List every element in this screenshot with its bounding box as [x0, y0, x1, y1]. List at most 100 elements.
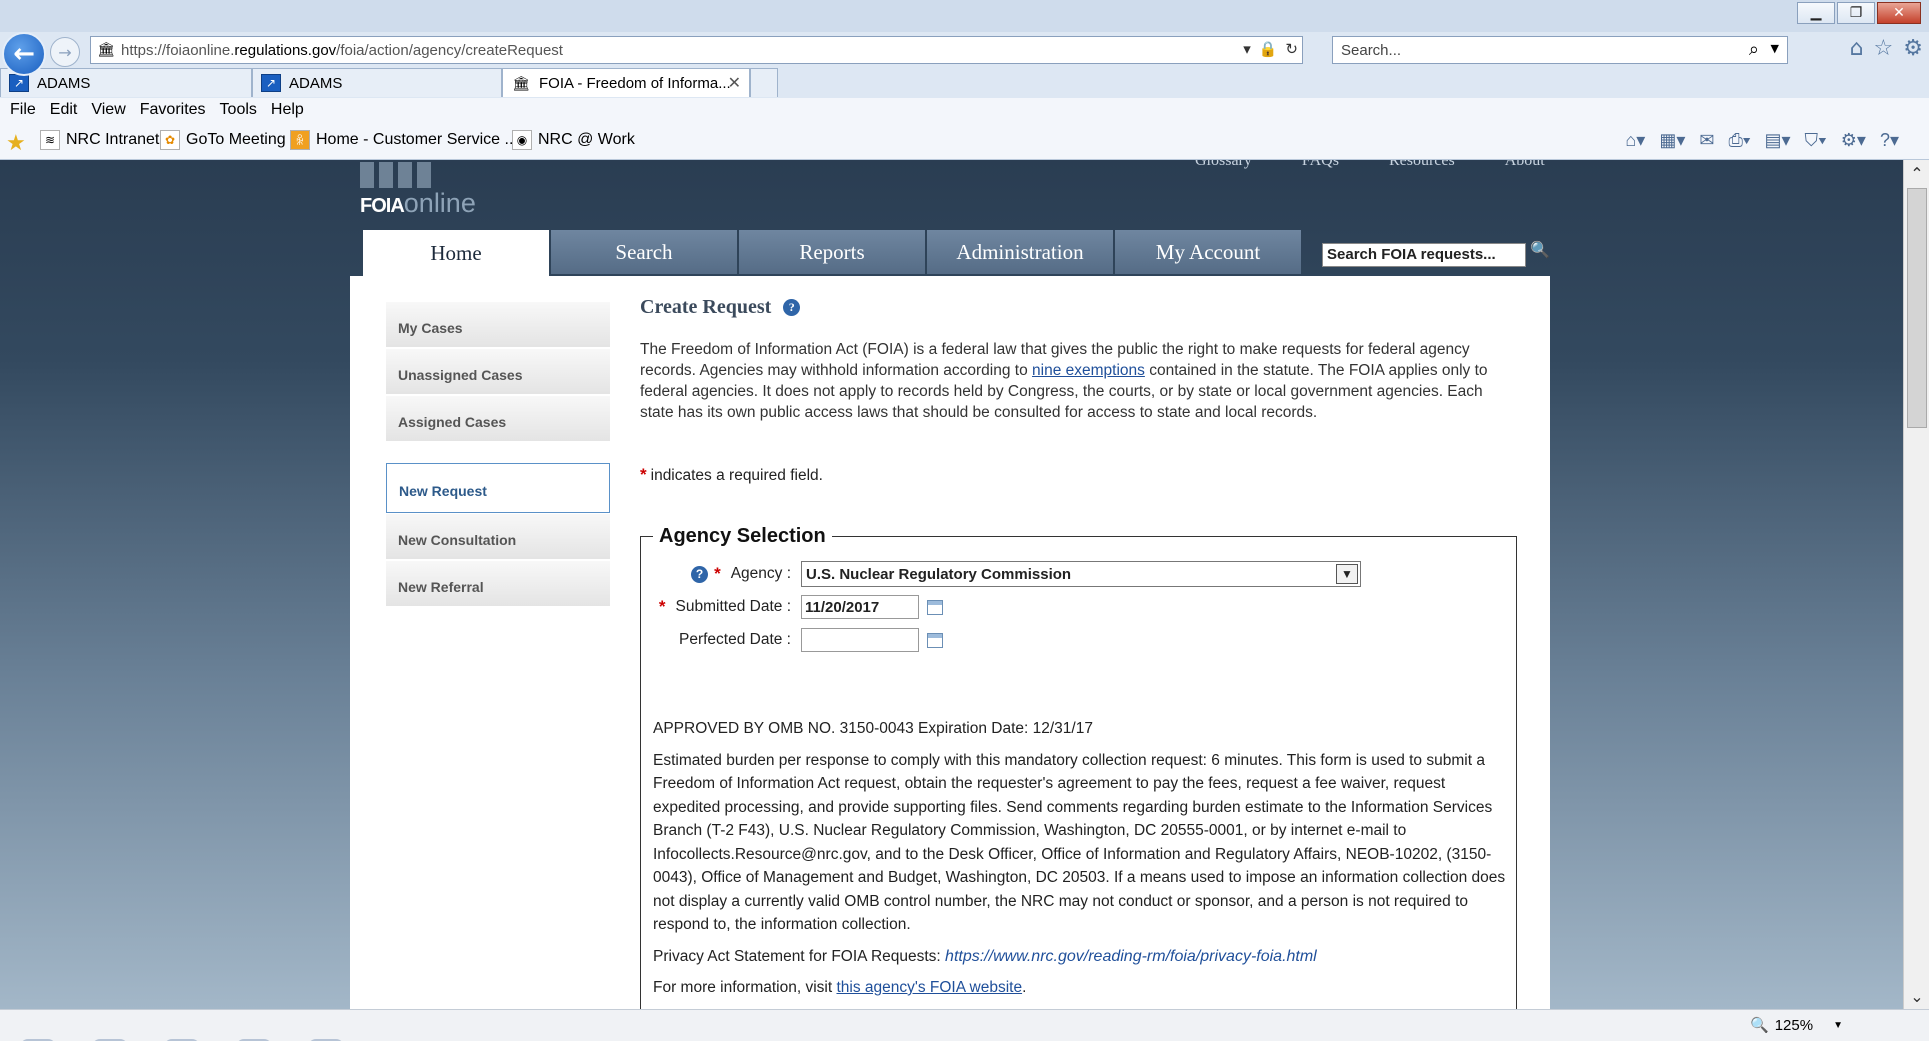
- close-tab-icon[interactable]: ✕: [728, 73, 741, 93]
- nrc-seal-icon: ◉: [512, 130, 532, 150]
- agency-selection-legend: Agency Selection: [653, 525, 832, 548]
- back-arrow-icon[interactable]: ←: [2, 32, 46, 76]
- required-field-note: * indicates a required field.: [640, 465, 823, 484]
- window-titlebar: ▁ ❐ ✕: [0, 0, 1929, 32]
- zoom-magnifier-icon: 🔍: [1750, 1017, 1769, 1034]
- menu-file[interactable]: File: [10, 101, 36, 119]
- forward-arrow-icon[interactable]: →: [50, 37, 80, 67]
- search-icon[interactable]: 🔍: [1530, 240, 1550, 259]
- tab-search[interactable]: Search: [551, 230, 737, 274]
- tab-foia[interactable]: 🏛 FOIA - Freedom of Informa... ✕: [502, 68, 750, 97]
- favorites-bar: ★ ≋ NRC Intranet ✿ GoTo Meeting ꆜ Home -…: [0, 122, 1929, 160]
- vertical-scrollbar[interactable]: ⌃ ⌄: [1903, 160, 1929, 1009]
- link-glossary[interactable]: Glossary: [1195, 160, 1252, 170]
- side-navigation: My Cases Unassigned Cases Assigned Cases…: [386, 302, 610, 608]
- browser-tabs: ↗ ADAMS ↗ ADAMS 🏛 FOIA - Freedom of Info…: [0, 68, 1929, 98]
- search-icon[interactable]: ⌕: [1749, 39, 1759, 60]
- tab-administration[interactable]: Administration: [927, 230, 1113, 274]
- menu-tools[interactable]: Tools: [220, 101, 257, 119]
- agency-select[interactable]: U.S. Nuclear Regulatory Commission ▼: [801, 561, 1361, 587]
- agency-foia-website-link[interactable]: this agency's FOIA website: [836, 979, 1022, 996]
- scroll-down-icon[interactable]: ⌄: [1904, 983, 1929, 1009]
- intranet-icon: ≋: [40, 130, 60, 150]
- favorites-star-icon[interactable]: ☆: [1874, 36, 1894, 61]
- safety-shield-icon[interactable]: ⛉▾: [1804, 130, 1826, 151]
- tab-my-account[interactable]: My Account: [1115, 230, 1301, 274]
- foiaonline-logo[interactable]: FOIAonline: [360, 162, 476, 219]
- fav-nrc-at-work[interactable]: ◉ NRC @ Work: [512, 130, 635, 150]
- restore-icon[interactable]: ❐: [1837, 2, 1875, 24]
- link-about[interactable]: About: [1505, 160, 1545, 170]
- sidebar-item-unassigned-cases[interactable]: Unassigned Cases: [386, 349, 610, 395]
- omb-notice: APPROVED BY OMB NO. 3150-0043 Expiration…: [653, 717, 1513, 1008]
- more-info-line: For more information, visit this agency'…: [653, 979, 1027, 996]
- sidebar-item-new-referral[interactable]: New Referral: [386, 561, 610, 607]
- question-mark-icon[interactable]: ?: [691, 565, 709, 583]
- tab-adams-2[interactable]: ↗ ADAMS: [252, 68, 502, 97]
- link-resources[interactable]: Resources: [1389, 160, 1455, 170]
- menu-edit[interactable]: Edit: [50, 101, 78, 119]
- sidebar-item-new-request[interactable]: New Request: [386, 463, 610, 513]
- perfected-date-row: Perfected Date :: [621, 628, 943, 652]
- refresh-icon[interactable]: ↻: [1285, 40, 1298, 58]
- close-window-icon[interactable]: ✕: [1877, 2, 1921, 24]
- submitted-date-row: * Submitted Date : 11/20/2017: [621, 595, 943, 619]
- sidebar-item-my-cases[interactable]: My Cases: [386, 302, 610, 348]
- menu-favorites[interactable]: Favorites: [140, 101, 206, 119]
- address-bar[interactable]: 🏛 https://foiaonline.regulations.gov/foi…: [90, 36, 1303, 64]
- perfected-date-input[interactable]: [801, 628, 919, 652]
- fav-nrc-intranet[interactable]: ≋ NRC Intranet: [40, 130, 159, 150]
- page-icon[interactable]: ▤▾: [1764, 130, 1790, 151]
- privacy-url-link[interactable]: https://www.nrc.gov/reading-rm/foia/priv…: [945, 948, 1317, 965]
- tab-reports[interactable]: Reports: [739, 230, 925, 274]
- government-site-icon: 🏛: [97, 42, 115, 58]
- home-icon[interactable]: ⌂: [1850, 36, 1864, 61]
- fav-customer-service[interactable]: ꆜ Home - Customer Service ...: [290, 130, 518, 150]
- sidebar-item-assigned-cases[interactable]: Assigned Cases: [386, 396, 610, 442]
- browser-search-input[interactable]: Search... ⌕ ▼: [1332, 36, 1788, 64]
- tools-gear-icon[interactable]: ⚙▾: [1841, 130, 1866, 151]
- search-dropdown-icon[interactable]: ▼: [1771, 42, 1779, 55]
- help-icon[interactable]: ?▾: [1880, 130, 1899, 151]
- create-request-content: Create Request ? The Freedom of Informat…: [640, 296, 1520, 1009]
- required-asterisk-icon: *: [658, 597, 666, 616]
- tab-home[interactable]: Home: [363, 230, 549, 276]
- government-site-icon: 🏛: [511, 74, 531, 92]
- calendar-icon[interactable]: [927, 599, 943, 615]
- foia-intro-text: The Freedom of Information Act (FOIA) is…: [640, 341, 1488, 421]
- lock-icon[interactable]: 🔒: [1259, 40, 1278, 58]
- calendar-icon[interactable]: [927, 632, 943, 648]
- address-dropdown-icon[interactable]: ▾: [1243, 40, 1251, 58]
- zoom-control[interactable]: 🔍 125% ▼: [1750, 1016, 1843, 1035]
- sidebar-item-new-consultation[interactable]: New Consultation: [386, 514, 610, 560]
- minimize-icon[interactable]: ▁: [1797, 2, 1835, 24]
- main-nav-tabs: Home Search Reports Administration My Ac…: [363, 230, 1301, 276]
- home-dropdown-icon[interactable]: ⌂▾: [1625, 130, 1645, 151]
- zoom-dropdown-icon[interactable]: ▼: [1833, 1020, 1843, 1031]
- favorites-star-icon[interactable]: ★: [6, 130, 26, 156]
- agency-row: ? * Agency : U.S. Nuclear Regulatory Com…: [621, 561, 1361, 587]
- nine-exemptions-link[interactable]: nine exemptions: [1032, 362, 1145, 379]
- scroll-thumb[interactable]: [1907, 188, 1927, 428]
- menu-help[interactable]: Help: [271, 101, 304, 119]
- submitted-date-input[interactable]: 11/20/2017: [801, 595, 919, 619]
- adams-icon: ↗: [261, 74, 281, 92]
- menu-bar: File Edit View Favorites Tools Help: [0, 98, 1929, 122]
- url-text[interactable]: https://foiaonline.regulations.gov/foia/…: [121, 42, 563, 59]
- chevron-down-icon[interactable]: ▼: [1336, 564, 1358, 584]
- rss-feed-icon[interactable]: ▦▾: [1659, 130, 1685, 151]
- new-tab-button[interactable]: [750, 68, 778, 97]
- tab-adams-1[interactable]: ↗ ADAMS: [0, 68, 252, 97]
- question-mark-icon[interactable]: ?: [783, 299, 801, 316]
- settings-gear-icon[interactable]: ⚙: [1903, 36, 1923, 61]
- print-icon[interactable]: ⎙▾: [1728, 130, 1750, 151]
- privacy-statement: Privacy Act Statement for FOIA Requests:…: [653, 947, 1317, 965]
- foia-search-input[interactable]: Search FOIA requests...: [1322, 243, 1526, 267]
- scroll-up-icon[interactable]: ⌃: [1904, 160, 1929, 186]
- link-faqs[interactable]: FAQs: [1302, 160, 1339, 170]
- menu-view[interactable]: View: [91, 101, 125, 119]
- gotomeeting-icon: ✿: [160, 130, 180, 150]
- logo-columns-icon: [360, 162, 476, 188]
- fav-goto-meeting[interactable]: ✿ GoTo Meeting: [160, 130, 286, 150]
- mail-icon[interactable]: ✉: [1699, 130, 1714, 151]
